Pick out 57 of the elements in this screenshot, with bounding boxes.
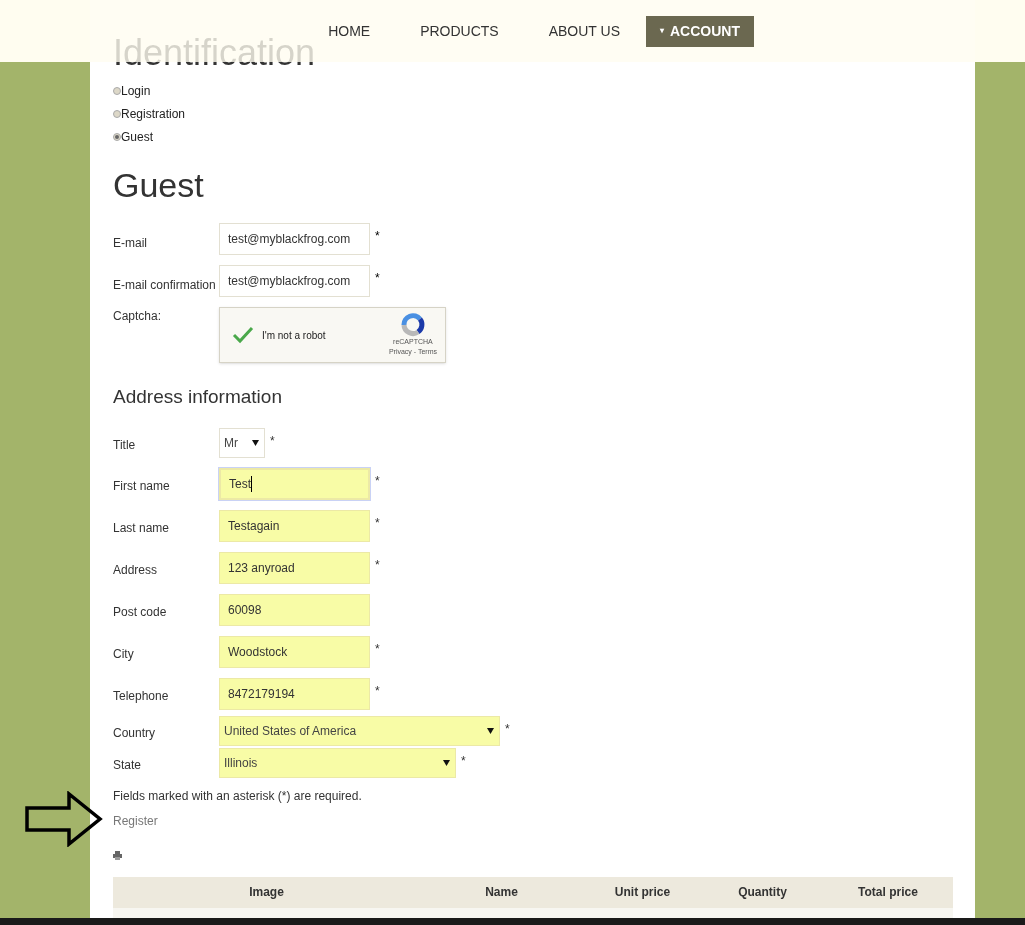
text-field[interactable]: Woodstock <box>219 635 370 668</box>
nav-link[interactable]: PRODUCTS <box>420 15 499 47</box>
radio-option[interactable]: Guest <box>113 128 153 145</box>
caret-icon <box>443 759 450 766</box>
text-field[interactable]: test@myblackfrog.com <box>219 223 370 255</box>
text-field[interactable]: test@myblackfrog.com <box>219 265 370 297</box>
select-field[interactable]: Mr <box>219 427 265 458</box>
caret-icon <box>252 439 259 446</box>
field-label: State <box>113 756 143 774</box>
field-label: Address <box>113 561 159 579</box>
printer-icon[interactable] <box>113 850 122 860</box>
required-mark: * <box>375 228 380 245</box>
required-mark: * <box>270 432 275 450</box>
caret-icon <box>487 727 494 734</box>
required-mark: * <box>375 270 380 287</box>
radio-option[interactable]: Registration <box>113 105 186 122</box>
page-heading: Identification <box>113 31 316 75</box>
captcha-text: I'm not a robot <box>262 328 326 343</box>
text-field[interactable]: 123 anyroad <box>219 551 370 584</box>
text-field[interactable]: Test <box>219 467 370 500</box>
required-mark: * <box>461 752 466 770</box>
recaptcha-logo-icon <box>399 312 426 337</box>
radio-option[interactable]: Login <box>113 82 151 99</box>
required-note: Fields marked with an asterisk (*) are required. <box>113 787 363 805</box>
text-cursor <box>251 475 252 492</box>
field-label: Captcha: <box>113 308 163 325</box>
select-field[interactable]: Illinois <box>219 747 456 778</box>
register-link[interactable]: Register <box>113 811 158 830</box>
address-heading: Address information <box>113 385 283 409</box>
column-header: Image <box>248 884 285 901</box>
field-label: Title <box>113 436 137 454</box>
column-header: Name <box>484 884 519 901</box>
field-label: E-mail <box>113 235 148 252</box>
required-mark: * <box>375 640 380 658</box>
column-header: Unit price <box>613 884 672 901</box>
field-label: First name <box>113 477 171 495</box>
field-label: City <box>113 645 135 663</box>
text-field[interactable]: 60098 <box>219 593 370 626</box>
field-label: Post code <box>113 603 168 621</box>
required-mark: * <box>375 556 380 574</box>
text-field[interactable]: 8472179194 <box>219 677 370 710</box>
field-label: Country <box>113 724 157 742</box>
nav-link[interactable]: ▾ ACCOUNT <box>646 15 754 47</box>
field-label: Last name <box>113 519 171 537</box>
required-mark: * <box>375 472 380 490</box>
nav-link[interactable]: HOME <box>328 15 371 47</box>
field-label: E-mail confirmation <box>113 277 217 294</box>
required-mark: * <box>505 720 510 738</box>
required-mark: * <box>375 514 380 532</box>
field-label: Telephone <box>113 687 170 705</box>
section-heading: Guest <box>113 165 205 205</box>
required-mark: * <box>375 682 380 700</box>
text-field[interactable]: Testagain <box>219 509 370 542</box>
column-header: Quantity <box>737 884 788 901</box>
nav-link[interactable]: ABOUT US <box>548 15 620 47</box>
select-field[interactable]: United States of America <box>219 715 500 746</box>
column-header: Total price <box>857 884 919 901</box>
